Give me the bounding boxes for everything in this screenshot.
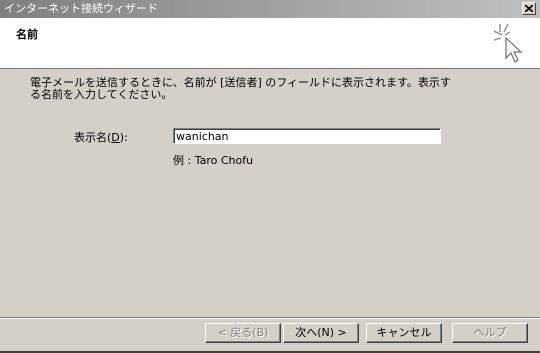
wizard-header: 名前 xyxy=(0,18,540,69)
close-button[interactable] xyxy=(522,2,536,15)
wizard-window: インターネット接続ウィザード 名前 電子メールを送信するときに、名前が [送信者… xyxy=(0,0,540,353)
wizard-body: 電子メールを送信するときに、名前が [送信者] のフィールドに表示されます。表示… xyxy=(0,69,540,319)
next-button[interactable]: 次へ(N) > xyxy=(283,323,359,343)
display-name-accelerator: D xyxy=(111,131,120,144)
display-name-label: 表示名(D): xyxy=(74,129,128,145)
wizard-cursor-icon xyxy=(493,23,523,63)
help-button[interactable]: ヘルプ xyxy=(452,323,528,343)
display-name-label-suffix: ): xyxy=(119,131,128,144)
display-name-label-prefix: 表示名( xyxy=(74,131,112,144)
close-icon xyxy=(525,5,533,12)
example-text: 例 : Taro Chofu xyxy=(173,154,254,167)
page-title: 名前 xyxy=(16,28,38,41)
window-title: インターネット接続ウィザード xyxy=(4,2,158,15)
instruction-text: 電子メールを送信するときに、名前が [送信者] のフィールドに表示されます。表示… xyxy=(30,76,451,101)
display-name-input[interactable] xyxy=(173,128,441,144)
back-button[interactable]: < 戻る(B) xyxy=(205,323,281,343)
button-separator xyxy=(0,317,540,319)
cancel-button[interactable]: キャンセル xyxy=(366,323,442,343)
title-bar[interactable]: インターネット接続ウィザード xyxy=(0,0,540,18)
